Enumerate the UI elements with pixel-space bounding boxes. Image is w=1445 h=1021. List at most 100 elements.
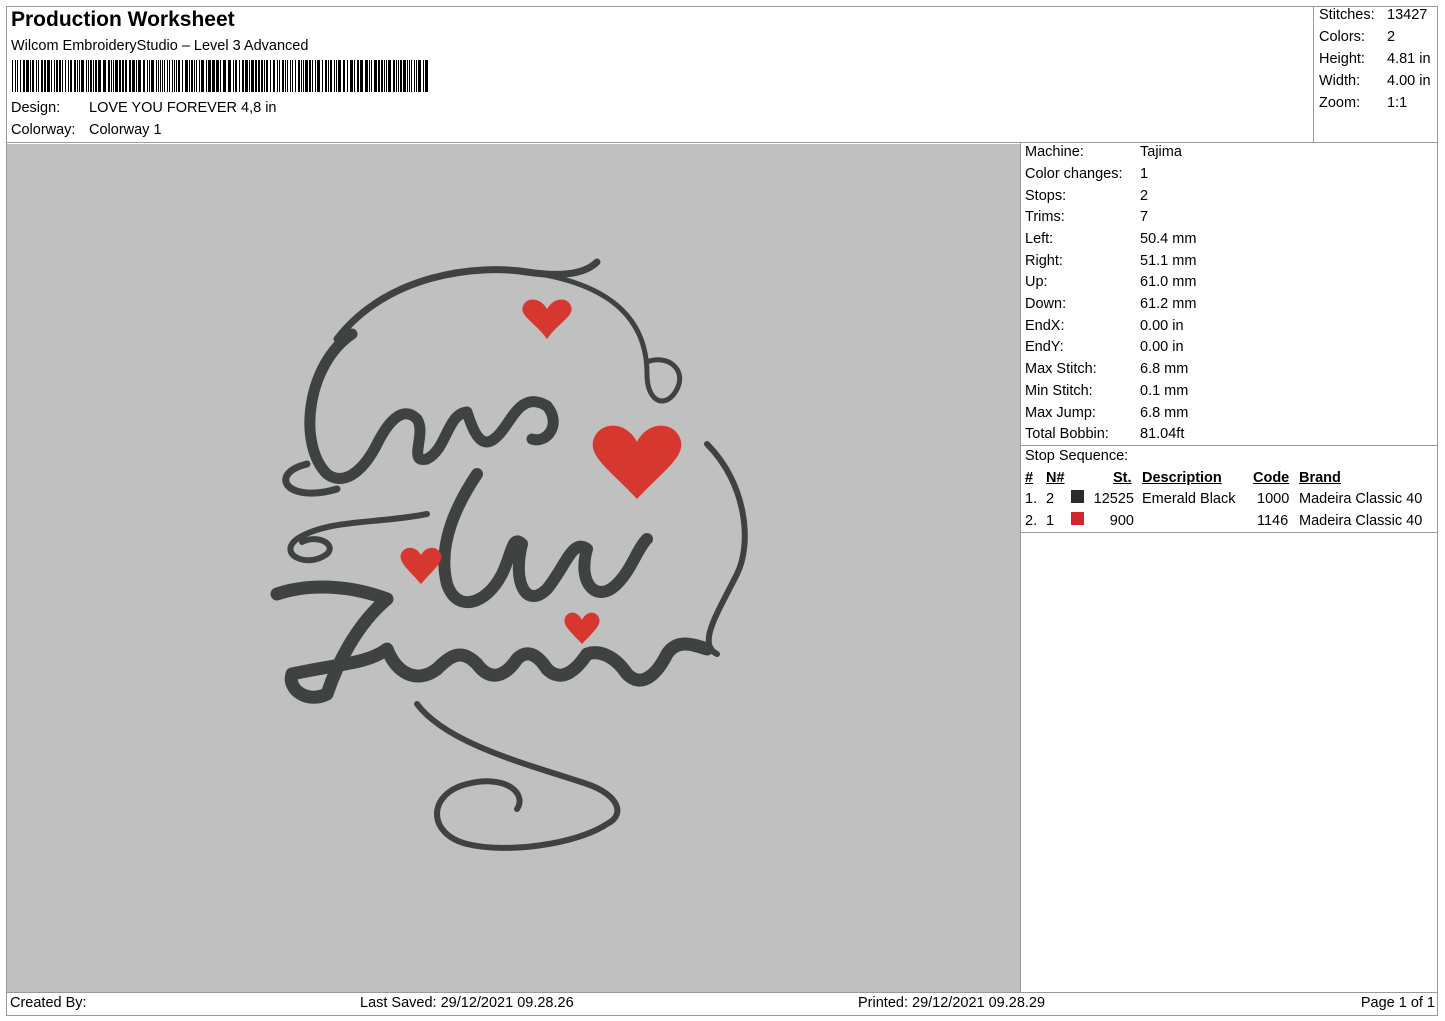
barcode-bar xyxy=(249,60,250,92)
barcode-bar xyxy=(282,60,284,92)
barcode-bar xyxy=(172,60,173,92)
forever-tail xyxy=(414,701,621,851)
last-saved: Last Saved: 29/12/2021 09.28.26 xyxy=(360,995,574,1011)
info-label: Down: xyxy=(1025,296,1067,312)
info-label: Color changes: xyxy=(1025,166,1123,182)
design-preview xyxy=(7,144,1020,992)
barcode-bar xyxy=(147,60,148,92)
barcode-bar xyxy=(79,60,80,92)
info-label: Stops: xyxy=(1025,188,1067,204)
barcode-bar xyxy=(258,60,260,92)
barcode-bar xyxy=(388,60,391,92)
barcode-bar xyxy=(38,60,39,92)
barcode-bar xyxy=(381,60,383,92)
barcode-bar xyxy=(418,60,421,92)
barcode-bar xyxy=(312,60,313,92)
barcode-bar xyxy=(119,60,121,92)
barcode-bar xyxy=(136,60,137,92)
barcode-bar xyxy=(30,60,31,92)
colorway-label: Colorway: xyxy=(11,122,76,138)
barcode-bar xyxy=(143,60,145,92)
summary-label: Stitches: xyxy=(1319,7,1375,23)
barcode-bar xyxy=(115,60,118,92)
colorway-value: Colorway 1 xyxy=(89,122,162,138)
info-value: 61.2 mm xyxy=(1140,296,1197,312)
barcode-bar xyxy=(398,60,399,92)
barcode-bar xyxy=(44,60,46,92)
sequence-divider xyxy=(1020,532,1438,533)
barcode-bar xyxy=(174,60,175,92)
barcode-bar xyxy=(191,60,193,92)
barcode-bar xyxy=(374,60,377,92)
info-value: 61.0 mm xyxy=(1140,274,1197,290)
barcode-bar xyxy=(328,60,329,92)
summary-value: 4.81 in xyxy=(1387,51,1431,67)
info-label: Max Stitch: xyxy=(1025,361,1097,377)
barcode-bar xyxy=(132,60,135,92)
barcode-bar xyxy=(169,60,170,92)
barcode-bar xyxy=(409,60,410,92)
summary-label: Colors: xyxy=(1319,29,1365,45)
barcode-bar xyxy=(386,60,387,92)
row-code: 1146 xyxy=(1257,513,1289,529)
barcode-bar xyxy=(425,60,428,92)
barcode-bar xyxy=(185,60,188,92)
barcode-bar xyxy=(90,60,92,92)
barcode-bar xyxy=(338,60,341,92)
info-value: 6.8 mm xyxy=(1140,361,1189,377)
info-label: EndX: xyxy=(1025,318,1065,334)
barcode-bar xyxy=(315,60,316,92)
barcode-bar xyxy=(411,60,412,92)
barcode-bar xyxy=(199,60,200,92)
barcode-bar xyxy=(336,60,337,92)
page-number: Page 1 of 1 xyxy=(1360,995,1435,1011)
barcode-bar xyxy=(26,60,29,92)
summary-divider xyxy=(1313,6,1314,143)
embroidery-design xyxy=(270,258,748,851)
right-loop xyxy=(704,441,748,657)
barcode-bar xyxy=(228,60,231,92)
barcode-bar xyxy=(176,60,177,92)
heart-large xyxy=(592,425,682,499)
summary-value: 2 xyxy=(1387,29,1396,45)
created-by: Created By: xyxy=(10,995,87,1011)
barcode-bar xyxy=(95,60,97,92)
row-stitches: 12525 xyxy=(1093,491,1134,507)
info-value: 0.1 mm xyxy=(1140,383,1189,399)
column-header-description: Description xyxy=(1142,470,1222,486)
header-divider xyxy=(6,142,1438,143)
barcode-bar xyxy=(220,60,221,92)
barcode-bar xyxy=(393,60,395,92)
barcode-bar xyxy=(212,60,215,92)
barcode-bar xyxy=(266,60,268,92)
barcode-bar xyxy=(156,60,157,92)
barcode-bar xyxy=(423,60,424,92)
barcode-bar xyxy=(93,60,94,92)
barcode-bar xyxy=(86,60,87,92)
barcode-bar xyxy=(322,60,323,92)
barcode-bar xyxy=(216,60,219,92)
info-label: Machine: xyxy=(1025,144,1084,160)
barcode-bar xyxy=(47,60,50,92)
barcode-bar xyxy=(65,60,66,92)
barcode-bar xyxy=(111,60,112,92)
summary-label: Width: xyxy=(1319,73,1361,89)
heart-left xyxy=(400,547,442,584)
row-description: Emerald Black xyxy=(1142,491,1236,507)
info-value: Tajima xyxy=(1140,144,1182,160)
barcode-bar xyxy=(178,60,180,92)
barcode-bar xyxy=(12,60,13,92)
info-label: EndY: xyxy=(1025,339,1064,355)
barcode-bar xyxy=(74,60,76,92)
printed-date: Printed: 29/12/2021 09.28.29 xyxy=(858,995,1046,1011)
barcode-bar xyxy=(403,60,406,92)
barcode-bar xyxy=(384,60,385,92)
word-forever xyxy=(270,580,714,704)
barcode-bar xyxy=(138,60,141,92)
barcode-bar xyxy=(400,60,402,92)
barcode-bar xyxy=(343,60,345,92)
barcode-bar xyxy=(245,60,248,92)
design-name: LOVE YOU FOREVER 4,8 in xyxy=(89,100,277,116)
heart-top xyxy=(522,299,572,339)
row-needle: 2 xyxy=(1046,491,1055,507)
